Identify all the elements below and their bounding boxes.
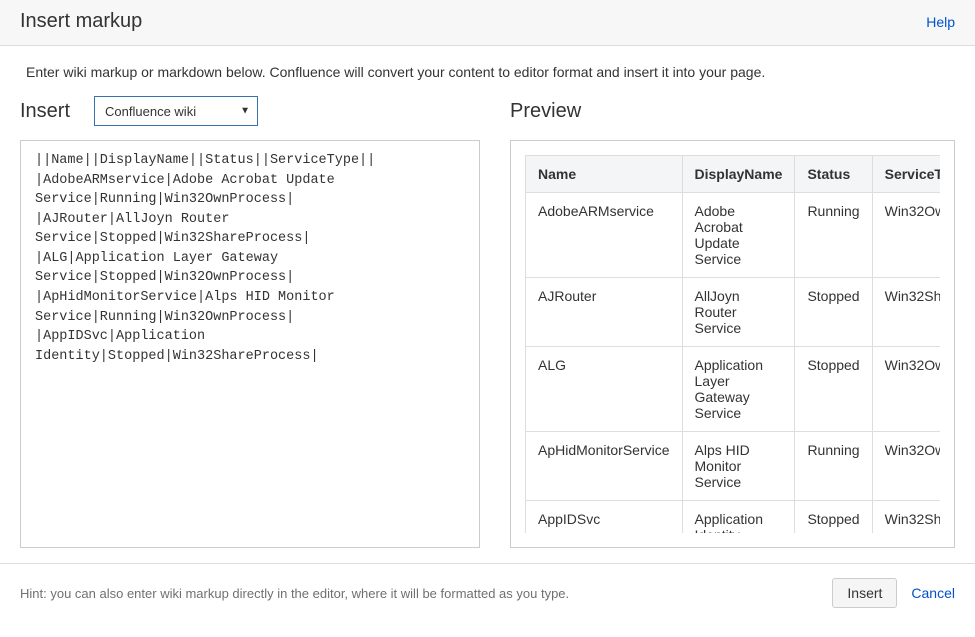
main-content: Insert Confluence wiki ▼ Preview Name Di… — [0, 88, 975, 563]
insert-header-row: Insert Confluence wiki ▼ — [20, 96, 480, 126]
column-header: Status — [795, 156, 872, 193]
preview-box: Name DisplayName Status ServiceType Adob… — [510, 140, 955, 548]
table-row: AppIDSvc Application Identity Stopped Wi… — [526, 501, 941, 534]
table-cell: Adobe Acrobat Update Service — [682, 193, 795, 278]
preview-column: Preview Name DisplayName Status ServiceT… — [510, 96, 955, 553]
table-cell: AllJoyn Router Service — [682, 278, 795, 347]
table-cell: Win32OwnProcess — [872, 347, 940, 432]
table-cell: Application Layer Gateway Service — [682, 347, 795, 432]
table-cell: ApHidMonitorService — [526, 432, 683, 501]
column-header: DisplayName — [682, 156, 795, 193]
preview-table: Name DisplayName Status ServiceType Adob… — [525, 155, 940, 533]
dialog-footer: Hint: you can also enter wiki markup dir… — [0, 563, 975, 622]
cancel-button[interactable]: Cancel — [911, 585, 955, 601]
column-header: Name — [526, 156, 683, 193]
preview-scroll[interactable]: Name DisplayName Status ServiceType Adob… — [525, 155, 940, 533]
table-header-row: Name DisplayName Status ServiceType — [526, 156, 941, 193]
insert-button[interactable]: Insert — [832, 578, 897, 608]
markup-textarea[interactable] — [20, 140, 480, 548]
table-row: AdobeARMservice Adobe Acrobat Update Ser… — [526, 193, 941, 278]
insert-label: Insert — [20, 100, 70, 123]
table-cell: AdobeARMservice — [526, 193, 683, 278]
column-header: ServiceType — [872, 156, 940, 193]
dialog-title: Insert markup — [20, 10, 142, 33]
table-cell: Running — [795, 193, 872, 278]
preview-label: Preview — [510, 100, 581, 123]
intro-text: Enter wiki markup or markdown below. Con… — [0, 46, 975, 88]
table-row: ApHidMonitorService Alps HID Monitor Ser… — [526, 432, 941, 501]
table-cell: AJRouter — [526, 278, 683, 347]
table-cell: Stopped — [795, 347, 872, 432]
table-cell: Running — [795, 432, 872, 501]
footer-actions: Insert Cancel — [832, 578, 955, 608]
table-cell: Win32ShareProcess — [872, 278, 940, 347]
footer-hint: Hint: you can also enter wiki markup dir… — [20, 586, 569, 601]
table-row: ALG Application Layer Gateway Service St… — [526, 347, 941, 432]
table-row: AJRouter AllJoyn Router Service Stopped … — [526, 278, 941, 347]
table-cell: Win32OwnProcess — [872, 432, 940, 501]
format-select-wrap: Confluence wiki ▼ — [94, 96, 258, 126]
dialog-header: Insert markup Help — [0, 0, 975, 46]
format-select[interactable]: Confluence wiki — [94, 96, 258, 126]
table-cell: AppIDSvc — [526, 501, 683, 534]
table-cell: ALG — [526, 347, 683, 432]
table-cell: Stopped — [795, 278, 872, 347]
table-cell: Alps HID Monitor Service — [682, 432, 795, 501]
table-cell: Application Identity — [682, 501, 795, 534]
table-cell: Stopped — [795, 501, 872, 534]
insert-column: Insert Confluence wiki ▼ — [20, 96, 480, 553]
table-cell: Win32ShareProcess — [872, 501, 940, 534]
preview-header-row: Preview — [510, 96, 955, 126]
table-cell: Win32OwnProcess — [872, 193, 940, 278]
help-link[interactable]: Help — [926, 14, 955, 30]
